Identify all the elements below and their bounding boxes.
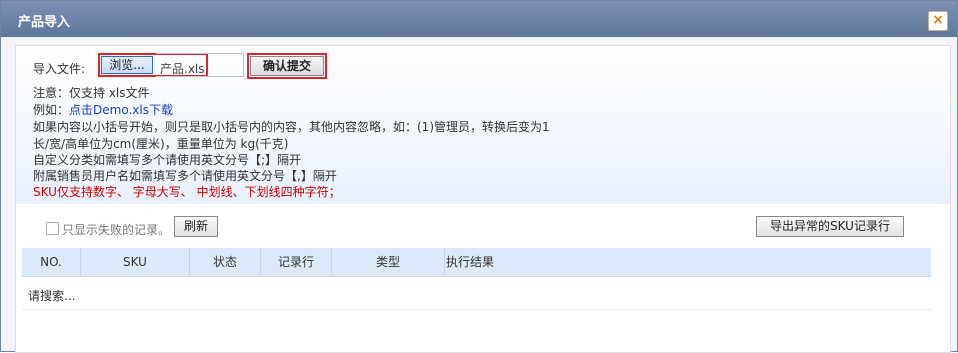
col-result: 执行结果 xyxy=(445,255,494,269)
col-sku: SKU xyxy=(81,248,190,276)
col-no: NO. xyxy=(22,248,81,276)
dialog-title: 产品导入 xyxy=(18,15,71,30)
refresh-button[interactable]: 刷新 xyxy=(174,216,218,237)
results-toolbar: 只显示失败的记录。 刷新 导出异常的SKU记录行 xyxy=(16,212,950,244)
note-salesperson: 附属销售员用户名如需填写多个请使用英文分号【,】隔开 xyxy=(33,169,337,183)
note-format: 注意：仅支持 xls文件 xyxy=(33,86,150,100)
table-row: 请搜索... xyxy=(22,277,931,310)
col-record-row: 记录行 xyxy=(261,248,332,276)
demo-download-link[interactable]: 点击Demo.xls下载 xyxy=(69,103,173,117)
results-table-header: NO. SKU 状态 记录行 类型 执行结果 xyxy=(22,248,931,277)
export-abnormal-sku-button[interactable]: 导出异常的SKU记录行 xyxy=(756,216,904,237)
note-example-prefix: 例如： xyxy=(33,103,70,117)
failed-only-checkbox[interactable] xyxy=(46,222,59,235)
empty-placeholder: 请搜索... xyxy=(28,289,76,303)
note-units: 长/宽/高单位为cm(厘米)，重量单位为 kg(千克) xyxy=(33,137,289,151)
product-import-dialog: 产品导入 × 导入文件: 浏览... 产品.xls 确认提交 注意：仅支持 xl… xyxy=(0,0,958,353)
failed-only-toggle[interactable]: 只显示失败的记录。 xyxy=(46,221,170,238)
note-sku-rule: SKU仅支持数字、 字母大写、 中划线、下划线四种字符； xyxy=(33,185,341,199)
file-name-field[interactable]: 产品.xls xyxy=(156,53,244,77)
upload-panel: 导入文件: 浏览... 产品.xls 确认提交 注意：仅支持 xls文件 例如：… xyxy=(16,46,950,204)
import-file-label: 导入文件: xyxy=(33,62,86,76)
browse-button[interactable]: 浏览... xyxy=(101,56,153,74)
col-type: 类型 xyxy=(332,248,445,276)
close-icon[interactable]: × xyxy=(928,11,948,31)
note-example: 例如：点击Demo.xls下载 xyxy=(33,101,173,118)
failed-only-label: 只显示失败的记录。 xyxy=(62,223,171,237)
col-status: 状态 xyxy=(190,248,261,276)
confirm-submit-button[interactable]: 确认提交 xyxy=(250,56,324,76)
note-category: 自定义分类如需填写多个请使用英文分号【;】隔开 xyxy=(33,153,302,167)
note-parentheses: 如果内容以小括号开始，则只是取小括号内的内容，其他内容忽略，如：(1)管理员，转… xyxy=(33,120,550,134)
dialog-titlebar: 产品导入 × xyxy=(1,1,957,37)
